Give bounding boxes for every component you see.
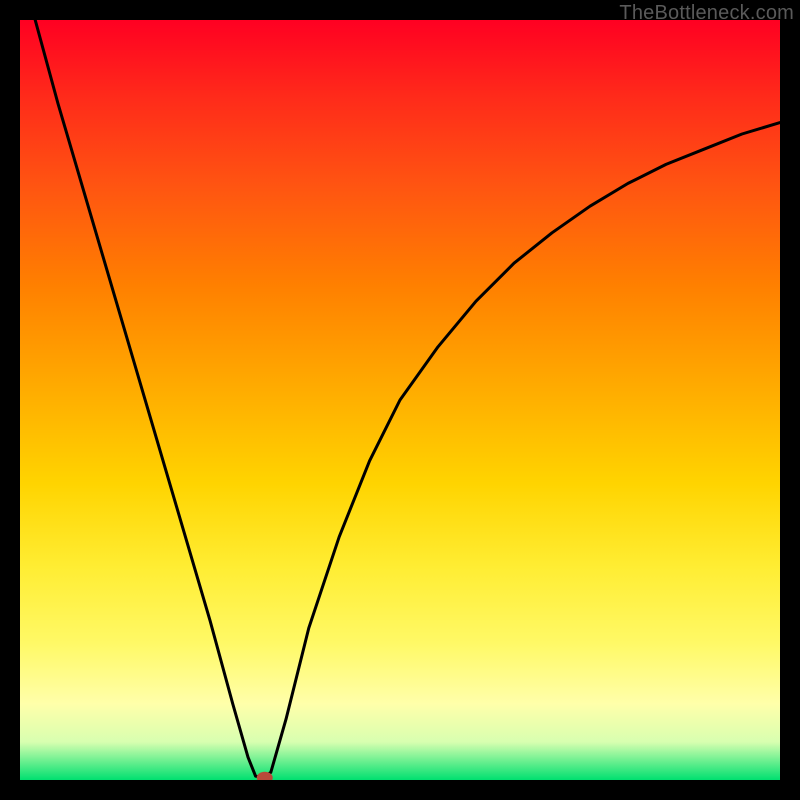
bottleneck-curve bbox=[35, 20, 780, 778]
chart-frame: TheBottleneck.com bbox=[0, 0, 800, 800]
plot-area bbox=[20, 20, 780, 780]
curve-group bbox=[35, 20, 780, 780]
curve-svg bbox=[20, 20, 780, 780]
